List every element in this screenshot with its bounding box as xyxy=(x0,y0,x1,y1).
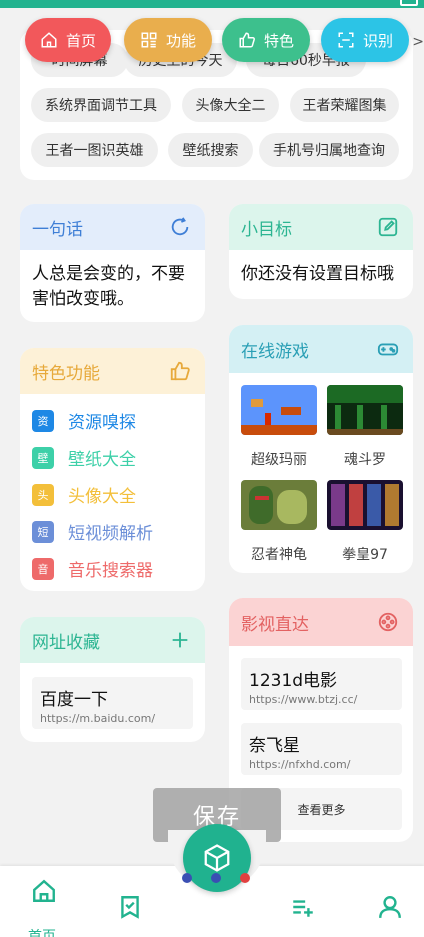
game-thumbnail xyxy=(241,480,317,530)
feature-label: 资源嗅探 xyxy=(68,413,136,433)
game-thumbnail xyxy=(327,480,403,530)
nav-home-label: 首页 xyxy=(28,929,56,937)
bookmark-url: https://m.baidu.com/ xyxy=(40,712,156,725)
video-site-item[interactable]: 奈飞星 https://nfxhd.com/ xyxy=(241,723,402,775)
bookmarks-card-header: 网址收藏 xyxy=(20,617,205,663)
grid-icon xyxy=(141,32,157,48)
sentence-card: 一句话 人总是会变的，不要 害怕改变哦。 xyxy=(20,204,205,322)
scroll-right-arrow[interactable]: > xyxy=(412,34,424,50)
nav-playlist[interactable] xyxy=(290,894,316,924)
sentence-card-header: 一句话 xyxy=(20,204,205,250)
tag-honor-of-kings-gallery[interactable]: 王者荣耀图集 xyxy=(290,88,399,122)
tab-home[interactable]: 首页 xyxy=(25,18,111,62)
feature-badge-icon: 短 xyxy=(32,520,54,543)
goal-card-header: 小目标 xyxy=(229,204,413,250)
home-icon xyxy=(33,879,55,902)
video-site-url: https://nfxhd.com/ xyxy=(249,758,351,771)
game-contra[interactable]: 魂斗罗 xyxy=(327,385,403,469)
sentence-line-2: 害怕改变哦。 xyxy=(32,289,134,309)
battery-icon xyxy=(400,0,418,6)
bookmark-item[interactable]: 百度一下 https://m.baidu.com/ xyxy=(32,677,193,729)
plus-icon[interactable] xyxy=(169,629,191,651)
sentence-line-1: 人总是会变的，不要 xyxy=(32,264,185,284)
tag-avatar-two[interactable]: 头像大全二 xyxy=(182,88,279,122)
video-card-header: 影视直达 xyxy=(229,598,413,646)
edit-icon[interactable] xyxy=(377,216,399,238)
video-site-item[interactable]: 1231d电影 https://www.btzj.cc/ xyxy=(241,658,402,710)
goal-card: 小目标 你还没有设置目标哦 xyxy=(229,204,413,299)
tab-home-label: 首页 xyxy=(65,31,96,50)
game-ninja-turtles[interactable]: 忍者神龟 xyxy=(241,480,317,564)
feature-wallpapers[interactable]: 壁 壁纸大全 xyxy=(20,439,205,476)
feature-resource-sniff[interactable]: 资 资源嗅探 xyxy=(20,402,205,439)
tab-function[interactable]: 功能 xyxy=(124,18,212,62)
user-icon xyxy=(379,896,401,918)
goal-card-title: 小目标 xyxy=(241,219,292,240)
nav-home[interactable] xyxy=(31,878,57,908)
features-list: 资 资源嗅探 壁 壁纸大全 头 头像大全 短 短视频解析 音 音乐搜索器 xyxy=(20,394,205,587)
gamepad-icon xyxy=(377,343,399,356)
features-card-header: 特色功能 xyxy=(20,348,205,394)
tab-scan[interactable]: 识别 xyxy=(321,18,409,62)
games-card-header: 在线游戏 xyxy=(229,325,413,373)
feature-label: 短视频解析 xyxy=(68,524,153,544)
features-card-title: 特色功能 xyxy=(32,363,100,384)
home-icon xyxy=(41,32,57,48)
feature-badge-icon: 头 xyxy=(32,483,54,506)
bookmark-title: 百度一下 xyxy=(40,690,108,710)
feature-label: 壁纸大全 xyxy=(68,450,136,470)
game-name: 拳皇97 xyxy=(342,547,388,563)
video-site-title: 奈飞星 xyxy=(249,736,300,756)
video-site-url: https://www.btzj.cc/ xyxy=(249,693,358,706)
feature-label: 头像大全 xyxy=(68,487,136,507)
game-name: 魂斗罗 xyxy=(344,452,386,468)
nav-profile[interactable] xyxy=(377,894,403,924)
bookmarks-card-title: 网址收藏 xyxy=(32,632,100,653)
feature-label: 音乐搜索器 xyxy=(68,561,153,581)
video-site-title: 1231d电影 xyxy=(249,671,338,691)
game-thumbnail xyxy=(327,385,403,435)
games-card-title: 在线游戏 xyxy=(241,341,309,362)
feature-badge-icon: 壁 xyxy=(32,446,54,469)
feature-avatars[interactable]: 头 头像大全 xyxy=(20,476,205,513)
status-bar xyxy=(0,0,424,8)
thumbs-up-icon xyxy=(170,361,190,381)
game-thumbnail xyxy=(241,385,317,435)
games-grid: 超级玛丽 魂斗罗 忍者神龟 拳皇97 xyxy=(229,373,413,573)
tag-wallpaper-search[interactable]: 壁纸搜索 xyxy=(168,133,253,167)
cube-icon xyxy=(204,844,230,872)
features-card: 特色功能 资 资源嗅探 壁 壁纸大全 头 头像大全 短 短视频解析 音 音乐搜索… xyxy=(20,348,205,591)
tab-feature-label: 特色 xyxy=(263,31,294,50)
sentence-card-title: 一句话 xyxy=(32,219,83,240)
feature-badge-icon: 资 xyxy=(32,409,54,432)
refresh-icon[interactable] xyxy=(169,216,191,238)
tab-scan-label: 识别 xyxy=(362,31,393,50)
thumbs-up-icon xyxy=(239,32,255,48)
video-card-title: 影视直达 xyxy=(241,614,309,635)
game-name: 忍者神龟 xyxy=(251,547,307,563)
nav-bookmark[interactable] xyxy=(117,894,143,924)
feature-video-parse[interactable]: 短 短视频解析 xyxy=(20,513,205,550)
game-kof97[interactable]: 拳皇97 xyxy=(327,480,403,564)
game-name: 超级玛丽 xyxy=(251,452,307,468)
page-indicator-dot-active xyxy=(240,873,250,883)
playlist-add-icon xyxy=(293,900,313,917)
tag-system-ui-tool[interactable]: 系统界面调节工具 xyxy=(31,88,171,122)
sentence-text: 人总是会变的，不要 害怕改变哦。 xyxy=(20,250,205,322)
tab-function-label: 功能 xyxy=(165,31,196,50)
goal-text: 你还没有设置目标哦 xyxy=(241,264,394,284)
bookmark-check-icon xyxy=(121,896,139,919)
games-card: 在线游戏 超级玛丽 魂斗罗 忍者神龟 拳皇97 xyxy=(229,325,413,573)
page-indicator-dot xyxy=(182,873,192,883)
feature-music-search[interactable]: 音 音乐搜索器 xyxy=(20,550,205,587)
feature-badge-icon: 音 xyxy=(32,557,54,580)
tag-phone-location[interactable]: 手机号归属地查询 xyxy=(259,133,399,167)
film-reel-icon xyxy=(378,612,398,632)
scan-icon xyxy=(338,32,354,48)
bookmarks-card: 网址收藏 百度一下 https://m.baidu.com/ xyxy=(20,617,205,742)
tag-hero-identify[interactable]: 王者一图识英雄 xyxy=(31,133,158,167)
page-indicator-dot xyxy=(211,873,221,883)
tab-feature[interactable]: 特色 xyxy=(222,18,310,62)
game-super-mario[interactable]: 超级玛丽 xyxy=(241,385,317,469)
